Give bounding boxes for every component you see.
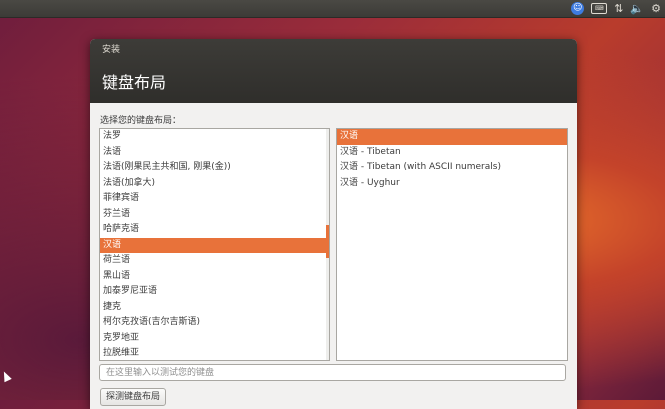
layout-list-item[interactable]: 汉语 <box>100 237 329 253</box>
page-title: 键盘布局 <box>102 73 167 92</box>
layout-list-scrollbar[interactable] <box>326 129 329 360</box>
network-icon[interactable]: ⇅ <box>614 0 623 17</box>
layout-list-item[interactable]: 芬兰语 <box>100 207 329 223</box>
layout-list-item[interactable]: 哈萨克语 <box>100 222 329 238</box>
system-tray: ☺ ⌨ ⇅ 🔈 ⚙ <box>571 0 661 17</box>
layout-list-item[interactable]: 柯尔克孜语(吉尔吉斯语) <box>100 315 329 331</box>
variant-list[interactable]: 汉语 汉语 - Tibetan 汉语 - Tibetan (with ASCII n… <box>336 128 568 361</box>
layout-list-item[interactable]: 法语(加拿大) <box>100 176 329 192</box>
detect-layout-button[interactable]: 探测键盘布局 <box>100 388 167 406</box>
layout-list-item[interactable]: 克罗地亚 <box>100 331 329 347</box>
top-panel: ☺ ⌨ ⇅ 🔈 ⚙ <box>0 0 665 18</box>
layout-list-item[interactable]: 法语 <box>100 145 329 161</box>
variant-list-item[interactable]: 汉语 - Uyghur <box>337 176 567 192</box>
window-header: 安装 键盘布局 <box>90 39 577 103</box>
layout-list-item[interactable]: 拉脱维亚 <box>100 346 329 360</box>
layout-list-item[interactable]: 荷兰语 <box>100 253 329 269</box>
keyboard-icon[interactable]: ⌨ <box>591 3 608 14</box>
volume-icon[interactable]: 🔈 <box>630 0 644 17</box>
layout-list-item[interactable]: 黑山语 <box>100 269 329 285</box>
layout-list-item[interactable]: 法罗 <box>100 129 329 145</box>
window-title: 安装 <box>102 45 121 55</box>
layout-section-label: 选择您的键盘布局： <box>100 116 182 126</box>
layout-list[interactable]: 法罗 法语 法语(刚果民主共和国, 刚果(金)) 法语(加拿大) 菲律宾语 芬兰语 哈萨克语… <box>99 128 330 361</box>
layout-list-scroll-thumb[interactable] <box>326 225 329 258</box>
variant-list-item[interactable]: 汉语 - Tibetan <box>337 145 567 161</box>
variant-list-item[interactable]: 汉语 - Tibetan (with ASCII numerals) <box>337 160 567 176</box>
installer-window: 安装 键盘布局 选择您的键盘布局： 法罗 法语 法语(刚果民主共和国, 刚果(金))… <box>90 39 577 409</box>
layout-list-item[interactable]: 加泰罗尼亚语 <box>100 284 329 300</box>
keyboard-test-input[interactable]: 在这里输入以测试您的键盘 <box>99 364 566 381</box>
layout-list-item[interactable]: 法语(刚果民主共和国, 刚果(金)) <box>100 160 329 176</box>
layout-list-item[interactable]: 捷克 <box>100 300 329 316</box>
settings-gear-icon[interactable]: ⚙ <box>651 0 661 17</box>
mouse-cursor-icon <box>0 369 12 383</box>
accessibility-icon[interactable]: ☺ <box>571 2 585 15</box>
variant-list-item[interactable]: 汉语 <box>337 129 567 145</box>
layout-list-item[interactable]: 菲律宾语 <box>100 191 329 207</box>
